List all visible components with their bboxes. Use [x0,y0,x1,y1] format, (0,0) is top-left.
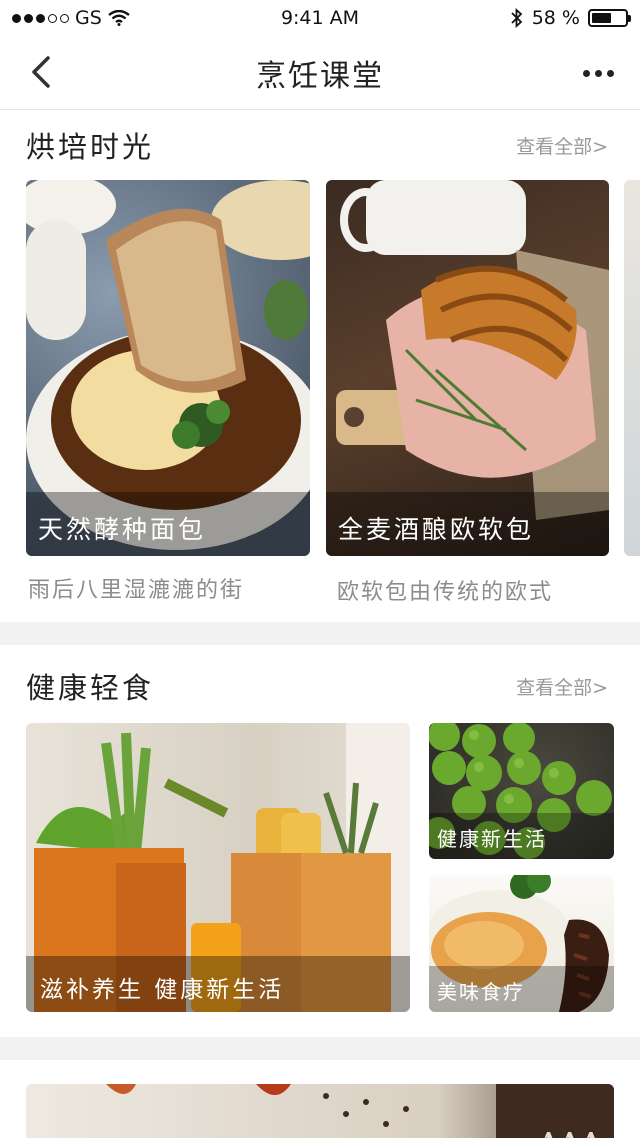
chevron-left-icon [32,56,50,88]
section-header: 健康轻食 查看全部> [26,665,608,707]
back-button[interactable] [22,54,58,90]
bluetooth-icon [511,8,523,28]
card-nourishing-health[interactable]: 滋补养生 健康新生活 [26,723,410,1012]
page-title: 烹饪课堂 [256,58,384,94]
card-caption: 全麦酒酿欧软包 [326,492,609,556]
card-natural-yeast-bread[interactable]: 天然酵种面包 [26,180,310,556]
status-bar: GS 9:41 AM 58 % [0,0,640,36]
section-next: AAA [0,1060,640,1138]
card-caption: 美味食疗 [429,966,614,1012]
watermark-logo: AAA [538,1128,602,1138]
card-caption: 健康新生活 [429,813,614,859]
see-all-link[interactable]: 查看全部> [516,673,608,700]
section-title: 健康轻食 [26,671,155,705]
battery-level [592,13,611,23]
see-all-link[interactable]: 查看全部> [516,132,608,159]
card-tasty-therapy[interactable]: 美味食疗 [429,875,614,1012]
status-right: 58 % [510,7,631,29]
card-caption: 滋补养生 健康新生活 [26,956,410,1012]
nav-bar: 烹饪课堂 [0,36,640,110]
battery-percent: 58 % [531,7,580,29]
battery-icon [588,9,631,27]
wifi-icon [108,10,130,26]
section-header: 烘培时光 查看全部> [26,124,608,166]
card-whole-wheat-bread[interactable]: 全麦酒酿欧软包 [326,180,609,556]
dessert-banner-image [106,1084,614,1138]
card-peek[interactable] [624,180,640,556]
card-subtitle: 欧软包由传统的欧式 [337,580,554,605]
section-light-food: 健康轻食 查看全部> 滋补养生 健康新生活 健康新生活 美味食疗 [0,645,640,1037]
card-caption: 天然酵种面包 [26,492,310,556]
card-subtitle: 雨后八里湿漉漉的街 [28,578,245,603]
carrier-label: GS [75,7,102,29]
more-dots-icon [582,69,590,77]
card-next-banner[interactable]: AAA [26,1084,614,1138]
section-baking: 烘培时光 查看全部> 天然酵种面包 雨后八里湿漉漉的街 全麦酒酿欧软包 欧软包由… [0,110,640,622]
card-healthy-life[interactable]: 健康新生活 [429,723,614,859]
section-title: 烘培时光 [26,130,155,164]
more-button[interactable] [578,58,618,88]
status-left: GS [12,7,130,29]
signal-dots-icon [12,13,69,23]
